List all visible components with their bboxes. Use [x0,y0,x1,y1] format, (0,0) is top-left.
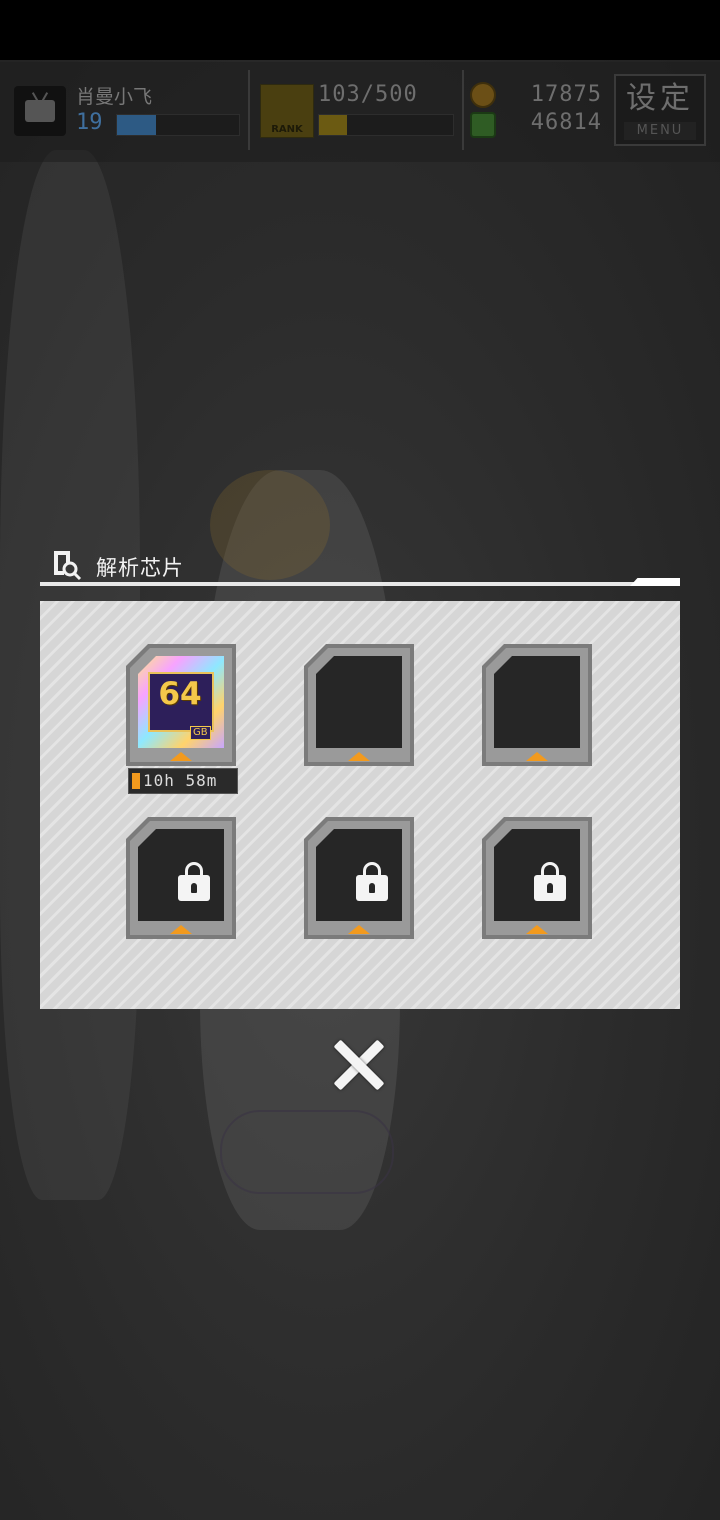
modal-title-underline [40,582,680,586]
exp-bar [116,114,240,136]
chip-slot-2[interactable] [304,644,414,766]
chip-slot-1[interactable]: 64 GB [126,644,236,766]
timer-progress-fill [132,773,140,789]
green-amount: 46814 [530,110,602,135]
slot-arrow-icon [348,925,370,934]
top-hud [0,62,720,162]
chip-capacity: 64 [158,676,202,712]
slot-arrow-icon [348,752,370,761]
player-name: 肖曼小飞 [76,86,153,108]
slot-arrow-icon [526,752,548,761]
chip-timer: 10h 58m [128,768,238,794]
empty-slot [494,656,580,748]
lock-icon [356,862,388,901]
chip-slot-3[interactable] [482,644,592,766]
rank-bar-fill [319,115,347,135]
exp-bar-fill [117,115,157,135]
chip-timer-text: 10h 58m [143,771,218,790]
chip-slot-6[interactable] [482,817,592,939]
menu-button[interactable]: 设定 MENU [614,74,706,146]
chip-unit: GB [190,726,211,740]
player-level: 19 [76,110,103,135]
menu-button-label: MENU [624,122,696,140]
system-status-bar [0,0,720,60]
hud-divider [462,70,464,150]
rank-icon-label: RANK [271,124,303,135]
locked-slot [138,829,224,921]
gold-coin-icon [470,82,496,108]
hud-divider [248,70,250,150]
lock-icon [178,862,210,901]
modal-title: 解析芯片 [96,556,184,580]
gold-amount: 17875 [530,82,602,107]
lock-icon [534,862,566,901]
modal-title-tab [630,578,680,586]
empty-slot [316,656,402,748]
player-avatar-tv-icon[interactable] [14,86,66,136]
modal-header: 解析芯片 [40,545,680,595]
locked-slot [494,829,580,921]
slot-arrow-icon [526,925,548,934]
chip-slot-4[interactable] [126,817,236,939]
chip-analysis-icon [54,551,82,581]
rank-icon: RANK [260,84,314,138]
slot-arrow-icon [170,925,192,934]
rank-progress-text: 103/500 [318,82,418,107]
locked-slot [316,829,402,921]
green-gem-icon [470,112,496,138]
slot-arrow-icon [170,752,192,761]
chip-slot-5[interactable] [304,817,414,939]
background-roses [220,1110,394,1194]
close-icon[interactable] [330,1036,388,1094]
rank-bar [318,114,454,136]
menu-button-kanji: 设定 [626,81,694,116]
